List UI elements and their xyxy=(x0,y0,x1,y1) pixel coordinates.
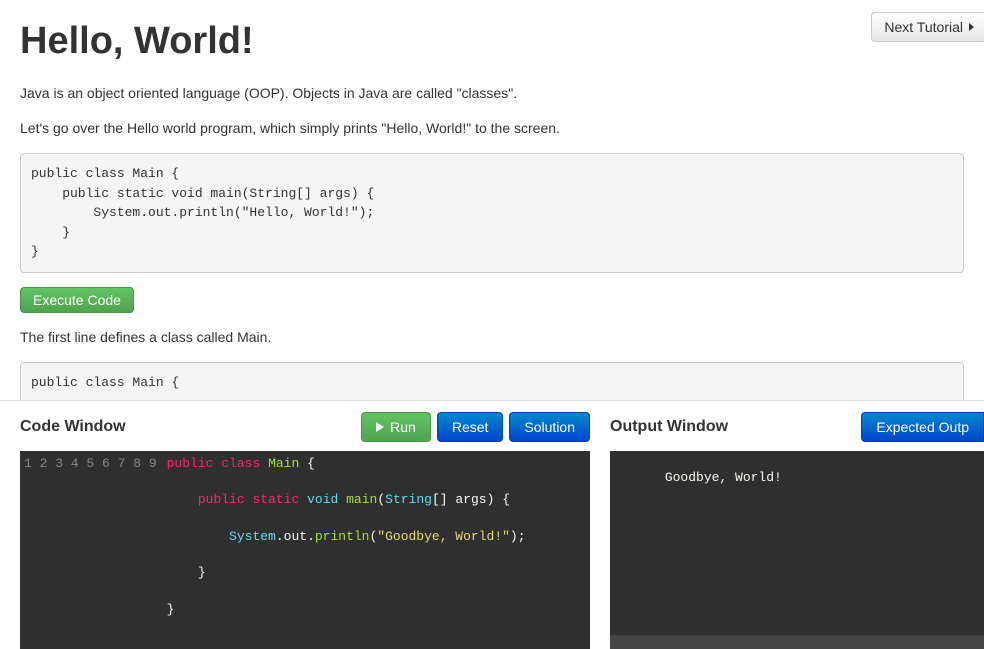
code-editor[interactable]: 1 2 3 4 5 6 7 8 9 public class Main { pu… xyxy=(20,451,590,649)
output-window-panel: Output Window Expected Outp Goodbye, Wor… xyxy=(610,401,984,649)
intro-para-2: Let's go over the Hello world program, w… xyxy=(20,118,964,139)
output-text: Goodbye, World! xyxy=(665,470,782,485)
execute-code-button[interactable]: Execute Code xyxy=(20,287,134,313)
output-scrollbar[interactable] xyxy=(610,635,984,649)
intro-para-3: The first line defines a class called Ma… xyxy=(20,327,964,348)
code-example-1: public class Main { public static void m… xyxy=(20,153,964,273)
code-window-title: Code Window xyxy=(20,418,126,436)
intro-para-1: Java is an object oriented language (OOP… xyxy=(20,83,964,104)
expected-output-button[interactable]: Expected Outp xyxy=(861,412,984,442)
run-button[interactable]: Run xyxy=(361,412,431,442)
output-window-title: Output Window xyxy=(610,418,728,436)
page-title: Hello, World! xyxy=(20,20,964,63)
output-content: Goodbye, World! xyxy=(610,451,984,649)
editor-lines: public class Main { public static void m… xyxy=(163,451,526,623)
reset-button[interactable]: Reset xyxy=(437,412,504,442)
run-button-label: Run xyxy=(390,419,416,435)
next-tutorial-label: Next Tutorial xyxy=(884,19,963,35)
play-icon xyxy=(376,422,384,432)
solution-button[interactable]: Solution xyxy=(509,412,590,442)
code-window-panel: Code Window Run Reset Solution 1 2 3 4 5… xyxy=(20,401,590,649)
code-example-2: public class Main { xyxy=(20,362,964,404)
chevron-right-icon xyxy=(969,23,974,31)
next-tutorial-button[interactable]: Next Tutorial xyxy=(871,12,984,42)
editor-gutter: 1 2 3 4 5 6 7 8 9 xyxy=(20,451,163,623)
